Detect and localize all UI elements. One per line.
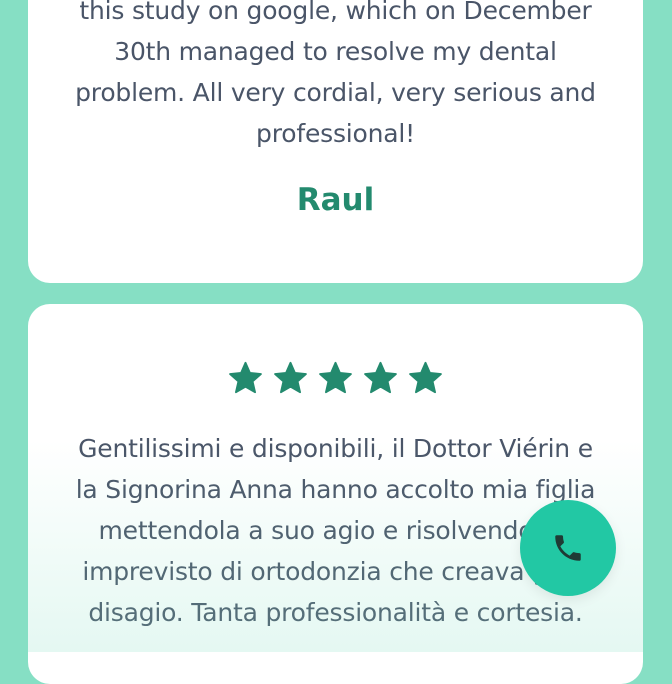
phone-icon (555, 535, 581, 561)
star-rating (28, 360, 643, 397)
star-icon (319, 361, 352, 394)
review-card: this study on google, which on December … (28, 0, 643, 283)
call-button[interactable] (520, 500, 616, 596)
review-card: Gentilissimi e disponibili, il Dottor Vi… (28, 304, 643, 684)
review-author: Raul (296, 182, 375, 218)
star-icon (364, 361, 397, 394)
star-icon (409, 361, 442, 394)
review-text: this study on google, which on December … (75, 0, 596, 148)
star-icon (229, 361, 262, 394)
star-icon (274, 361, 307, 394)
